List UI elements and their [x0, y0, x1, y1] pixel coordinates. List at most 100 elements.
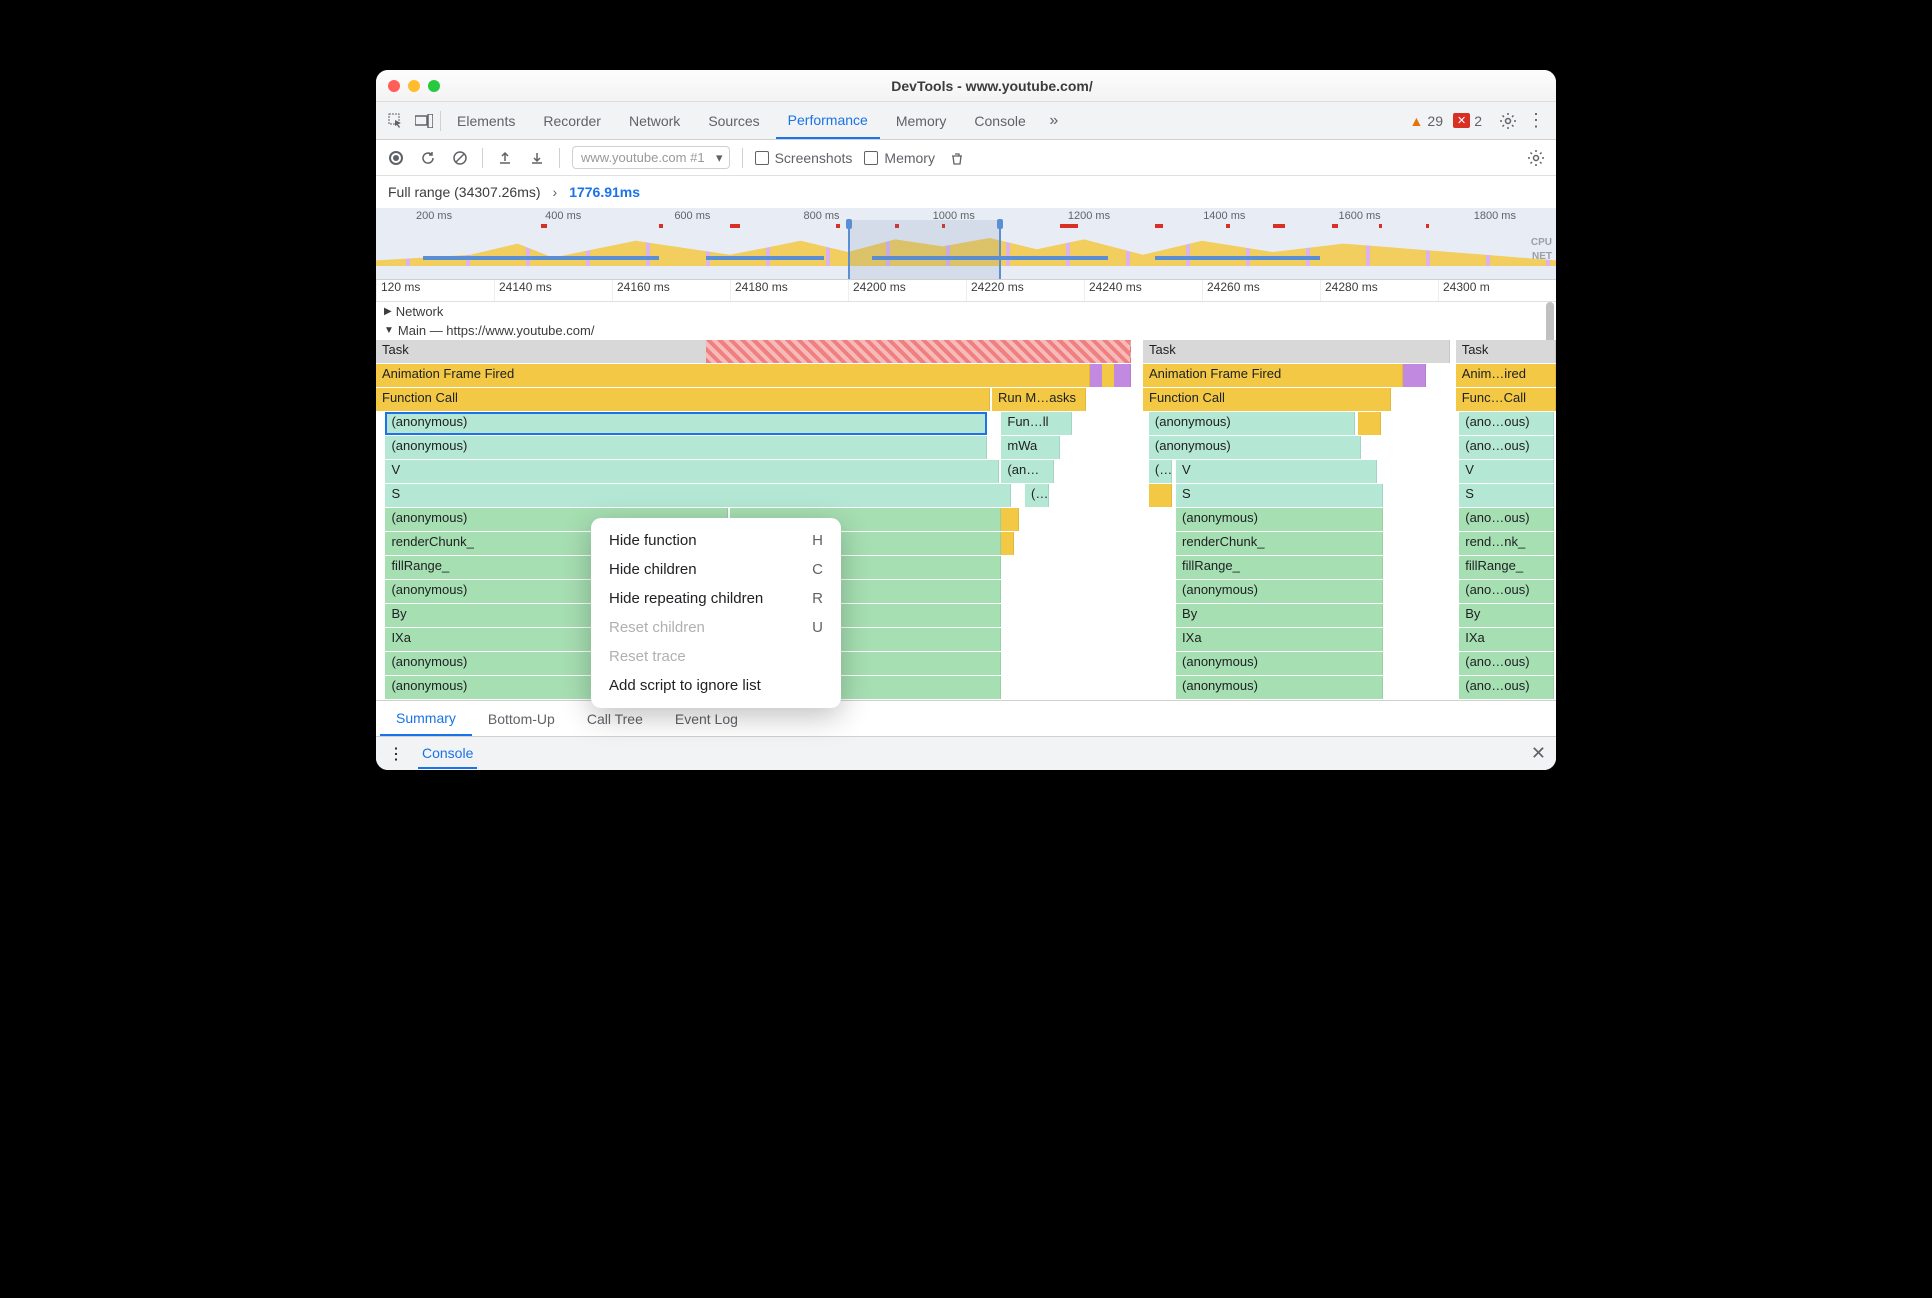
flame-bar[interactable]: IXa [1459, 628, 1553, 651]
settings-icon[interactable] [1496, 109, 1520, 133]
overview-timeline[interactable]: 200 ms 400 ms 600 ms 800 ms 1000 ms 1200… [376, 208, 1556, 280]
close-drawer-icon[interactable]: ✕ [1531, 743, 1546, 764]
tab-console[interactable]: Console [962, 102, 1037, 139]
ctx-hide-function[interactable]: Hide functionH [591, 526, 841, 555]
flame-bar[interactable]: (an…s) [1001, 460, 1054, 483]
minimize-window-button[interactable] [408, 80, 420, 92]
warnings-badge[interactable]: ▲ 29 ✕ 2 [1410, 113, 1482, 129]
flame-bar[interactable]: S [1176, 484, 1383, 507]
ctx-add-ignore[interactable]: Add script to ignore list [591, 671, 841, 700]
flame-bar[interactable]: rend…nk_ [1459, 532, 1553, 555]
tab-sources[interactable]: Sources [696, 102, 771, 139]
flame-bar[interactable] [1149, 484, 1173, 507]
flame-bar[interactable] [1114, 364, 1132, 387]
flame-bar[interactable]: (… [1149, 460, 1173, 483]
flame-bar[interactable]: (anonymous) [1176, 652, 1383, 675]
flame-bar[interactable]: V [1176, 460, 1377, 483]
flame-bar[interactable]: V [1459, 460, 1553, 483]
flame-bar[interactable]: (anonymous) [385, 436, 987, 459]
flame-bar[interactable]: By [1459, 604, 1553, 627]
flame-bar[interactable]: Run M…asks [992, 388, 1086, 411]
flame-bar[interactable]: IXa [1176, 628, 1383, 651]
drawer-console-tab[interactable]: Console [418, 739, 477, 769]
flame-bar[interactable]: (anonymous) [1176, 580, 1383, 603]
overview-selection[interactable] [848, 220, 1001, 279]
selection-handle-left[interactable] [846, 219, 852, 229]
main-tabbar: Elements Recorder Network Sources Perfor… [376, 102, 1556, 140]
tab-performance[interactable]: Performance [776, 102, 880, 139]
flame-bar[interactable]: (ano…ous) [1459, 676, 1553, 699]
selection-handle-right[interactable] [997, 219, 1003, 229]
flame-bar[interactable]: Func…Call [1456, 388, 1556, 411]
panel-settings-icon[interactable] [1526, 148, 1546, 168]
reload-button[interactable] [418, 148, 438, 168]
flame-bar[interactable]: Function Call [376, 388, 990, 411]
flame-bar[interactable]: (anonymous) [1176, 508, 1383, 531]
flame-bar[interactable]: (anonymous) [1176, 676, 1383, 699]
flame-bar[interactable]: (ano…ous) [1459, 580, 1553, 603]
main-track-header[interactable]: ▼Main — https://www.youtube.com/ [376, 321, 1556, 340]
flame-bar[interactable]: (anonymous) [1149, 436, 1361, 459]
flame-bar[interactable]: Animation Frame Fired [376, 364, 1090, 387]
screenshots-checkbox[interactable]: Screenshots [755, 150, 853, 166]
ctx-hide-repeating[interactable]: Hide repeating childrenR [591, 584, 841, 613]
flame-bar[interactable]: fillRange_ [1176, 556, 1383, 579]
network-track-header[interactable]: ▶Network [376, 302, 1556, 321]
flame-bar[interactable]: (ano…ous) [1459, 652, 1553, 675]
device-icon[interactable] [412, 109, 436, 133]
gc-button[interactable] [947, 148, 967, 168]
flame-bar[interactable]: (ano…ous) [1459, 436, 1553, 459]
inspect-icon[interactable] [384, 109, 408, 133]
ctx-hide-children[interactable]: Hide childrenC [591, 555, 841, 584]
flame-rows: Task Task Task Animation Frame Fired Ani… [376, 340, 1556, 699]
flame-bar[interactable]: fillRange_ [1459, 556, 1553, 579]
download-button[interactable] [527, 148, 547, 168]
flame-bar[interactable]: (ano…ous) [1459, 412, 1553, 435]
tab-elements[interactable]: Elements [445, 102, 527, 139]
flame-bar-longtask[interactable] [706, 340, 1131, 363]
net-label: NET [1531, 250, 1552, 264]
tab-summary[interactable]: Summary [380, 701, 472, 736]
flame-bar[interactable]: By [1176, 604, 1383, 627]
flame-bar[interactable]: renderChunk_ [1176, 532, 1383, 555]
flame-bar[interactable]: V [385, 460, 999, 483]
details-tabbar: Summary Bottom-Up Call Tree Event Log [376, 700, 1556, 736]
flame-bar-selected[interactable]: (anonymous) [385, 412, 987, 435]
flame-bar[interactable]: Function Call [1143, 388, 1391, 411]
maximize-window-button[interactable] [428, 80, 440, 92]
flame-bar[interactable]: (… [1025, 484, 1049, 507]
close-window-button[interactable] [388, 80, 400, 92]
breadcrumb-selected[interactable]: 1776.91ms [569, 184, 640, 200]
record-button[interactable] [386, 148, 406, 168]
flame-bar[interactable]: Fun…ll [1001, 412, 1072, 435]
flame-chart[interactable]: ▶Network ▼Main — https://www.youtube.com… [376, 302, 1556, 699]
clear-button[interactable] [450, 148, 470, 168]
more-tabs-icon[interactable]: » [1042, 109, 1066, 133]
flame-bar[interactable]: S [385, 484, 1010, 507]
breadcrumb: Full range (34307.26ms) › 1776.91ms [376, 176, 1556, 208]
flame-bar[interactable] [1001, 508, 1019, 531]
flame-bar[interactable]: S [1459, 484, 1553, 507]
kebab-icon[interactable]: ⋮ [1524, 109, 1548, 133]
flame-bar[interactable] [1001, 532, 1014, 555]
chevron-right-icon: › [553, 184, 558, 200]
memory-checkbox[interactable]: Memory [864, 150, 935, 166]
upload-button[interactable] [495, 148, 515, 168]
flame-bar[interactable]: (anonymous) [1149, 412, 1356, 435]
flame-bar[interactable]: mWa [1001, 436, 1060, 459]
tab-recorder[interactable]: Recorder [531, 102, 613, 139]
tab-bottom-up[interactable]: Bottom-Up [472, 701, 571, 736]
tab-memory[interactable]: Memory [884, 102, 959, 139]
drawer-bar: ⋮ Console ✕ [376, 736, 1556, 770]
drawer-kebab-icon[interactable]: ⋮ [386, 744, 406, 764]
recording-select[interactable]: www.youtube.com #1 [572, 146, 730, 169]
breadcrumb-full[interactable]: Full range (34307.26ms) [388, 184, 541, 200]
flame-bar[interactable]: Animation Frame Fired [1143, 364, 1403, 387]
flame-bar[interactable]: Task [1456, 340, 1556, 363]
flame-bar[interactable] [1403, 364, 1427, 387]
flame-bar[interactable]: Task [1143, 340, 1450, 363]
flame-bar[interactable]: Anim…ired [1456, 364, 1556, 387]
tab-network[interactable]: Network [617, 102, 692, 139]
flame-bar[interactable] [1358, 412, 1382, 435]
flame-bar[interactable]: (ano…ous) [1459, 508, 1553, 531]
